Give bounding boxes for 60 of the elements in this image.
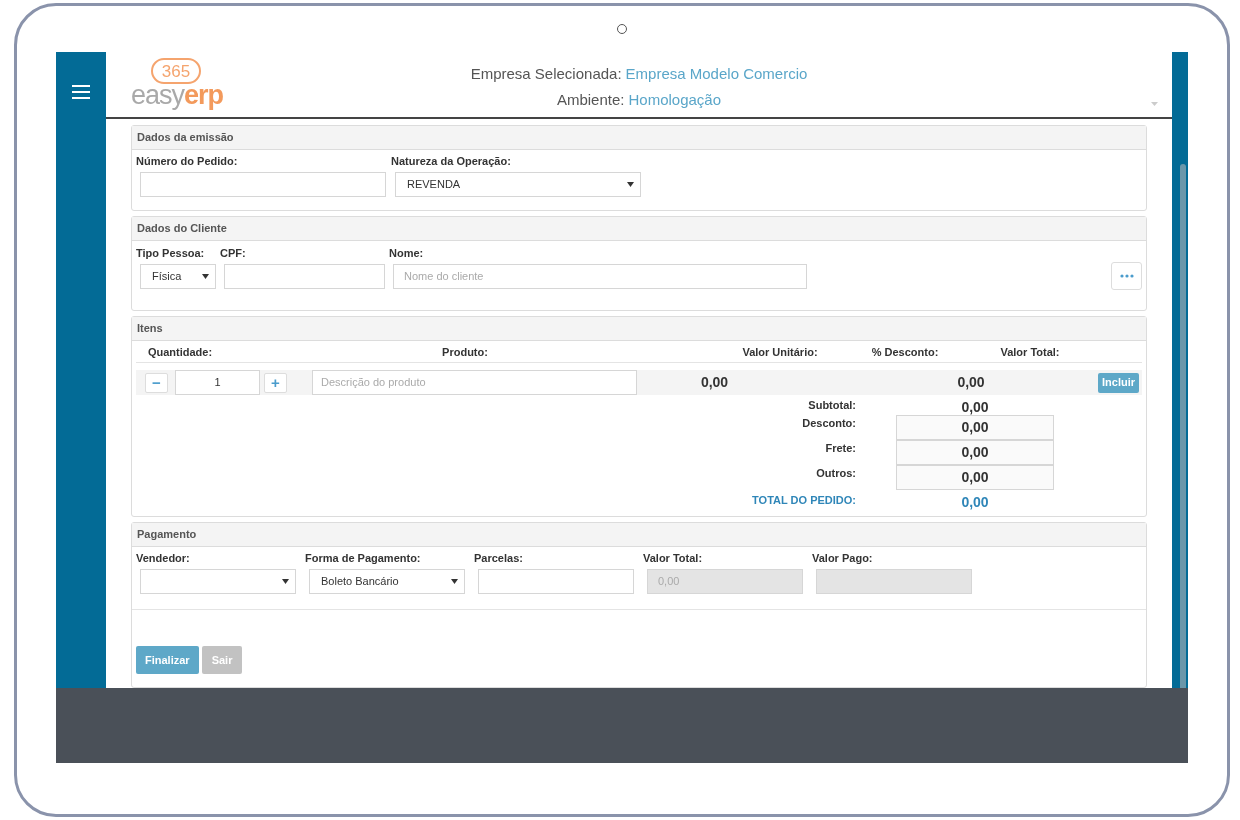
- panel-title: Dados da emissão: [137, 130, 234, 146]
- add-button[interactable]: Incluir: [1098, 372, 1139, 393]
- caret-icon: [282, 579, 289, 584]
- unit-value: 0,00: [700, 373, 729, 392]
- amount-field[interactable]: 0,00: [896, 415, 1054, 440]
- field-label: Número do Pedido:: [136, 154, 239, 168]
- field-label: Vendedor:: [136, 551, 191, 565]
- caret-icon[interactable]: [1151, 102, 1158, 106]
- select-field[interactable]: Física: [140, 264, 216, 289]
- summary-label: Desconto:: [802, 416, 856, 431]
- field-label: CPF:: [220, 246, 247, 260]
- amount-field[interactable]: 0,00: [896, 440, 1054, 465]
- caret-icon: [451, 579, 458, 584]
- input-field[interactable]: [224, 264, 385, 289]
- panel-title: Pagamento: [137, 527, 197, 543]
- select-field[interactable]: [140, 569, 296, 594]
- summary-label: Frete:: [825, 441, 856, 456]
- logo: 365 easyerp: [106, 52, 266, 117]
- company-label: Empresa Selecionada:: [470, 65, 622, 83]
- select-field[interactable]: REVENDA: [395, 172, 641, 197]
- column-header: Quantidade:: [147, 345, 213, 361]
- field-label: Forma de Pagamento:: [305, 551, 422, 565]
- finish-button[interactable]: Finalizar: [136, 646, 199, 674]
- field-label: Natureza da Operação:: [391, 154, 512, 168]
- input-field[interactable]: Nome do cliente: [393, 264, 807, 289]
- more-button[interactable]: [1111, 262, 1142, 290]
- plus-button[interactable]: +: [264, 372, 287, 393]
- panel-title: Dados do Cliente: [137, 221, 227, 237]
- field-label: Tipo Pessoa:: [136, 246, 206, 260]
- column-header: Valor Unitário:: [742, 345, 818, 361]
- column-header: % Desconto:: [871, 345, 939, 361]
- environment-label: Ambiente:: [556, 91, 625, 109]
- input-field[interactable]: [140, 172, 386, 197]
- more-icon: [1119, 274, 1134, 278]
- scrollbar-thumb[interactable]: [1180, 164, 1186, 688]
- company-name: Empresa Modelo Comercio: [625, 65, 808, 83]
- field-label: Valor Pago:: [812, 551, 874, 565]
- exit-button[interactable]: Sair: [201, 646, 243, 674]
- subtotal-value: 0,00: [961, 398, 989, 417]
- summary-label: TOTAL DO PEDIDO:: [752, 493, 856, 508]
- environment-name: Homologação: [628, 91, 722, 109]
- input-field[interactable]: [478, 569, 634, 594]
- caret-icon: [202, 274, 209, 279]
- panel-title: Itens: [137, 321, 163, 337]
- summary-label: Outros:: [816, 466, 856, 481]
- quantity-field[interactable]: 1: [175, 370, 260, 395]
- field-label: Valor Total:: [643, 551, 704, 565]
- field-label: Nome:: [389, 246, 425, 260]
- summary-label: Subtotal:: [808, 398, 856, 413]
- order-total: 0,00: [961, 493, 989, 512]
- product-field[interactable]: Descrição do produto: [312, 370, 637, 395]
- minus-button[interactable]: −: [145, 372, 168, 393]
- field-label: Parcelas:: [474, 551, 524, 565]
- amount-field[interactable]: 0,00: [896, 465, 1054, 490]
- column-header: Produto:: [442, 345, 488, 361]
- menu-icon[interactable]: [72, 85, 90, 99]
- total-value: 0,00: [957, 373, 985, 392]
- column-header: Valor Total:: [1000, 345, 1060, 361]
- select-field[interactable]: Boleto Bancário: [309, 569, 465, 594]
- caret-icon: [627, 182, 634, 187]
